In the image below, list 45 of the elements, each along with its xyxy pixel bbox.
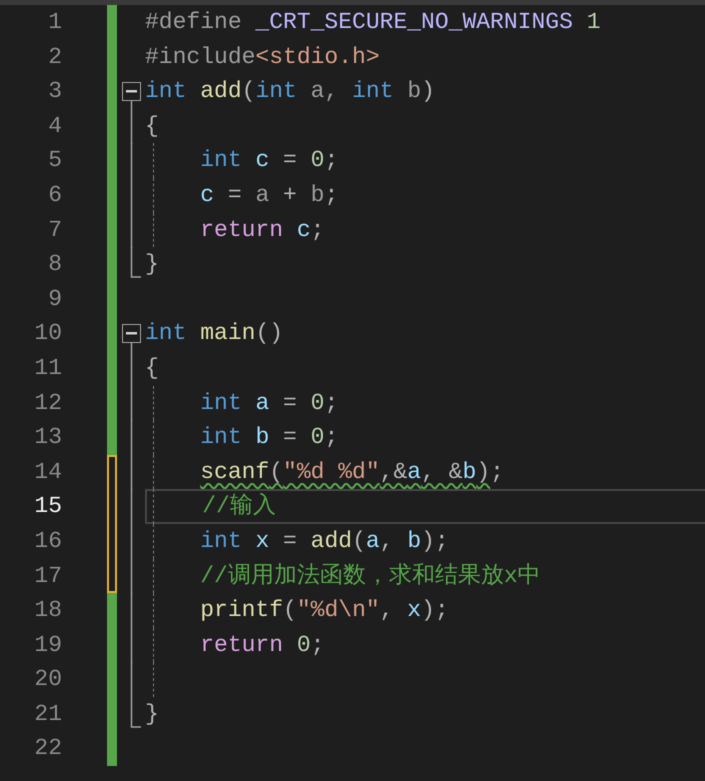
code-line: #include<stdio.h> xyxy=(145,42,380,72)
line-number: 6 xyxy=(47,180,62,210)
line-number: 19 xyxy=(33,630,62,660)
code-line: } xyxy=(145,700,159,729)
line-number: 7 xyxy=(47,216,62,245)
code-line: //调用加法函数，求和结果放x中 xyxy=(199,562,541,590)
code-line: int b = 0; xyxy=(199,423,338,452)
line-number: 14 xyxy=(33,458,62,487)
minus-icon xyxy=(126,90,137,94)
code-line: printf("%d\n", x); xyxy=(199,596,449,626)
code-line: int main() xyxy=(145,319,284,348)
code-line: int add(int a, int b) xyxy=(145,77,435,106)
line-number: 5 xyxy=(47,146,62,176)
line-number: 10 xyxy=(33,319,62,348)
line-number: 3 xyxy=(47,77,62,106)
line-number: 8 xyxy=(47,250,62,280)
line-number: 15 xyxy=(33,492,62,522)
line-number: 13 xyxy=(33,423,62,452)
line-number: 17 xyxy=(33,562,62,590)
code-line: { xyxy=(145,354,159,383)
code-line: c = a + b; xyxy=(199,180,338,210)
minus-icon xyxy=(126,332,137,336)
code-line: } xyxy=(145,250,159,280)
code-line: #define _CRT_SECURE_NO_WARNINGS 1 xyxy=(145,8,600,37)
line-number: 16 xyxy=(33,526,62,556)
line-number: 18 xyxy=(33,596,62,626)
code-line: scanf("%d %d",&a, &b); xyxy=(199,458,504,487)
code-line: int a = 0; xyxy=(199,388,338,418)
line-number: 12 xyxy=(33,388,62,418)
line-number: 11 xyxy=(33,354,62,383)
code-line: //输入 xyxy=(201,492,276,522)
code-line: return 0; xyxy=(199,630,324,660)
code-line: { xyxy=(145,112,159,141)
fold-toggle[interactable] xyxy=(122,324,141,344)
code-line: int c = 0; xyxy=(199,146,338,176)
line-number: 9 xyxy=(47,284,62,314)
line-number: 4 xyxy=(47,112,62,141)
code-line: int x = add(a, b); xyxy=(199,526,449,556)
line-number: 21 xyxy=(33,700,62,729)
line-number: 2 xyxy=(47,42,62,72)
line-number: 20 xyxy=(33,665,62,694)
line-number: 1 xyxy=(47,8,62,37)
code-line: return c; xyxy=(199,216,324,245)
fold-toggle[interactable] xyxy=(122,82,141,102)
line-number: 22 xyxy=(33,734,62,764)
